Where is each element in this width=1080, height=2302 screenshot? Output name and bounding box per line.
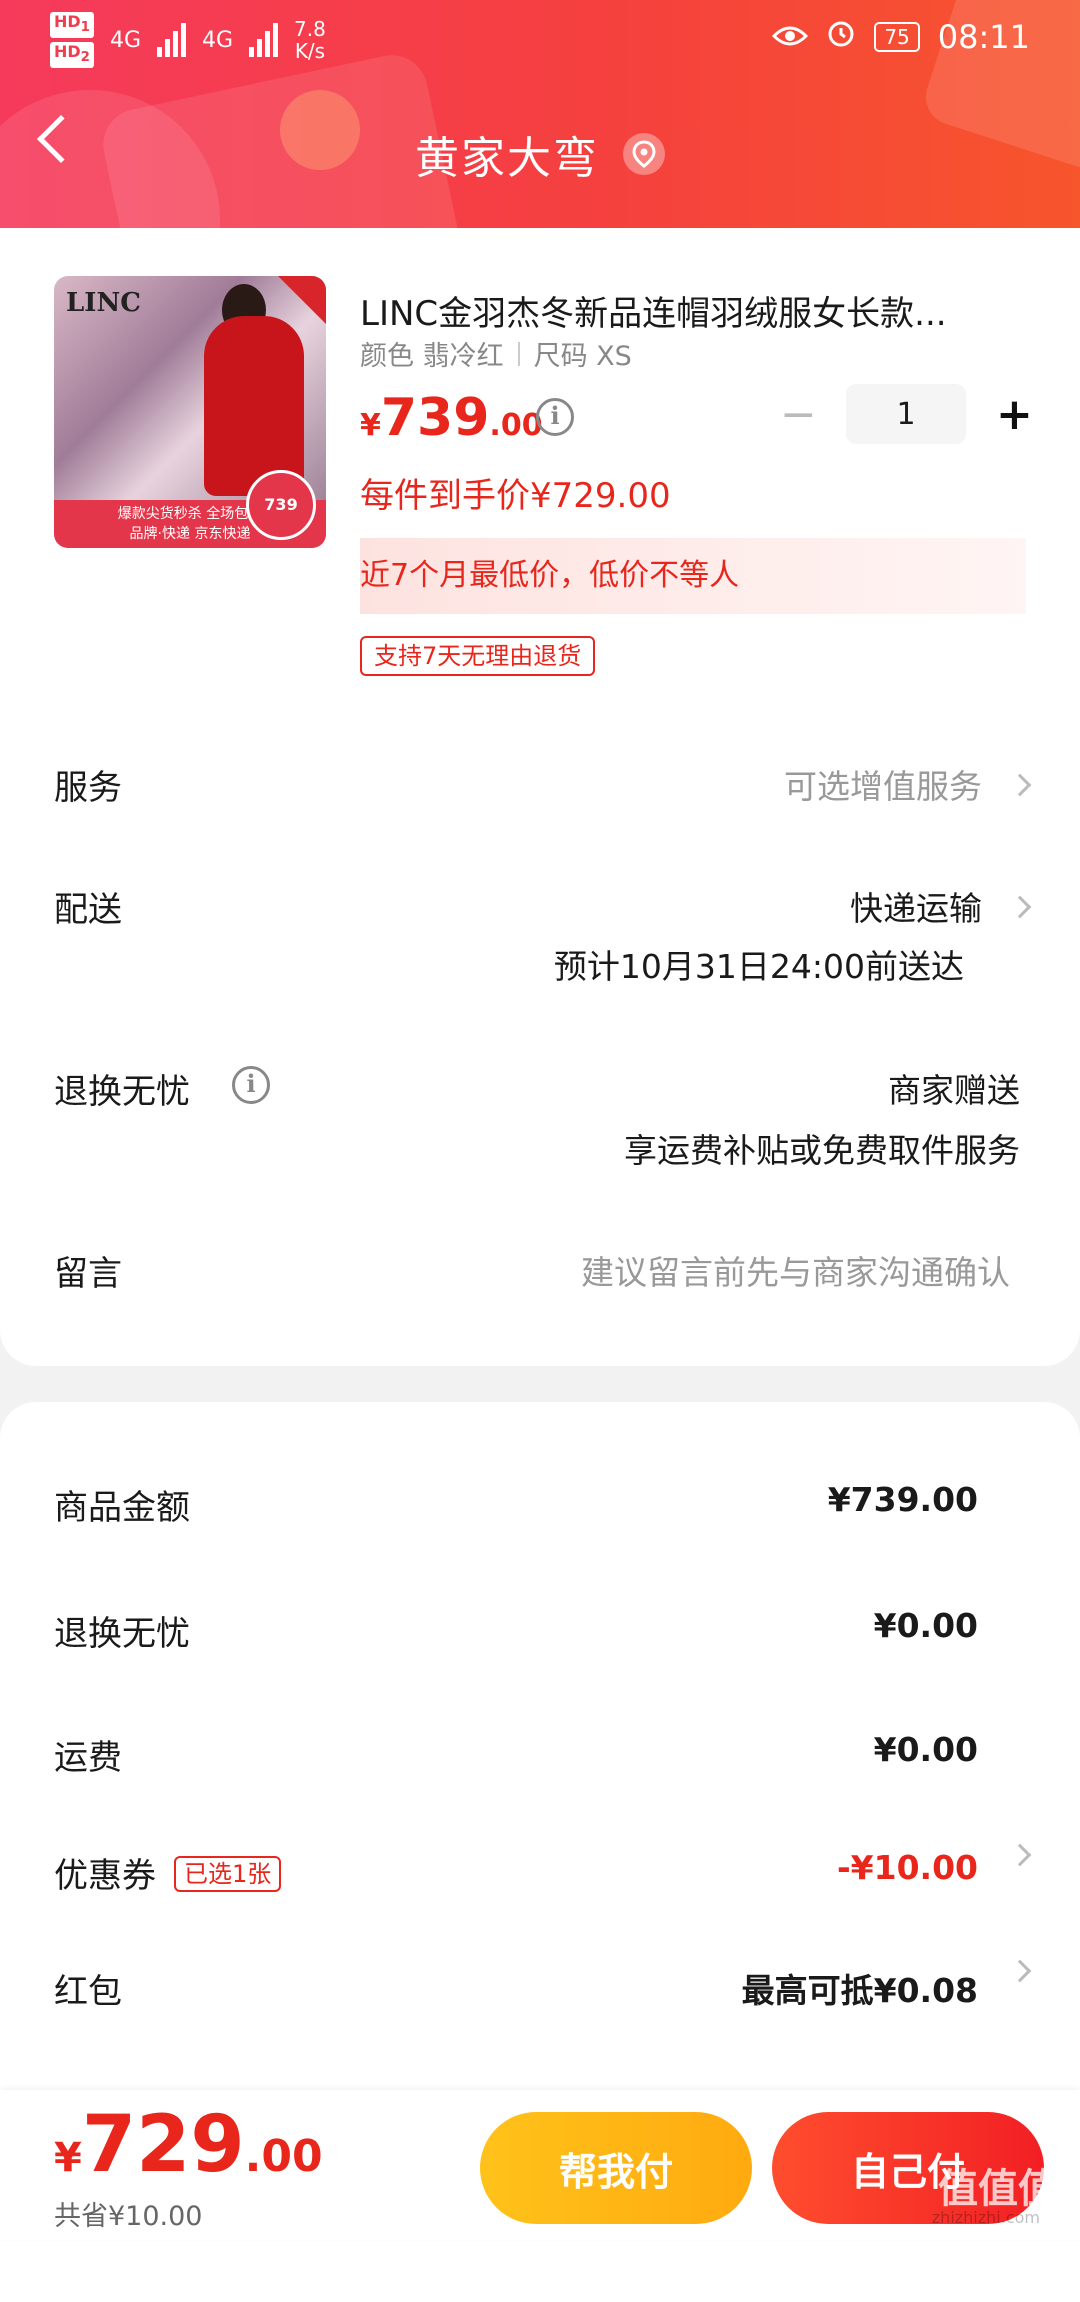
header-bar: HD1 HD2 4G 4G 7.8 K/s 75 08:11 黄家大弯 xyxy=(0,0,1080,228)
info-icon[interactable]: i xyxy=(536,398,574,436)
chevron-right-icon xyxy=(1008,1843,1032,1867)
chevron-right-icon xyxy=(1008,773,1032,796)
page-title[interactable]: 黄家大弯 xyxy=(415,122,599,186)
delivery-label: 配送 xyxy=(54,890,122,930)
return-detail: 享运费补贴或免费取件服务 xyxy=(624,1131,1020,1170)
location-pin-icon[interactable] xyxy=(623,133,665,175)
signal-icon xyxy=(249,23,279,58)
status-bar: HD1 HD2 4G 4G 7.8 K/s 75 08:11 xyxy=(0,0,1080,80)
service-label: 服务 xyxy=(54,768,122,808)
watermark-url: zhizhizhi.com xyxy=(931,2208,1040,2227)
saved-amount: 共省¥10.00 xyxy=(54,2201,203,2232)
decrease-button[interactable]: − xyxy=(780,389,817,440)
shipping-value: ¥0.00 xyxy=(873,1730,978,1769)
product-spec: 颜色 翡冷红 尺码 XS xyxy=(360,341,632,372)
delivery-eta: 预计10月31日24:00前送达 xyxy=(553,947,964,986)
message-input[interactable]: 建议留言前先与商家沟通确认 xyxy=(581,1246,1010,1294)
network-speed: 7.8 K/s xyxy=(294,17,326,64)
alarm-icon xyxy=(826,18,856,56)
goods-amount-label: 商品金额 xyxy=(54,1488,190,1528)
message-label: 留言 xyxy=(54,1254,122,1294)
help-pay-button[interactable]: 帮我付 xyxy=(480,2112,752,2224)
total-price: ¥ 729 .00 xyxy=(54,2100,323,2190)
promo-corner-badge xyxy=(278,276,326,324)
chevron-right-icon xyxy=(1008,1959,1032,1983)
coupon-selected-badge: 已选1张 xyxy=(174,1855,282,1892)
coupon-row[interactable]: 优惠券 已选1张 xyxy=(54,1848,282,1897)
promo-price-circle: 739 xyxy=(246,470,316,540)
chevron-right-icon xyxy=(1008,895,1032,918)
product-thumbnail[interactable]: LINC 爆款尖货秒杀 全场包邮 品牌·快递 京东快递 739 xyxy=(54,276,326,548)
hd-indicator: HD1 HD2 xyxy=(50,12,94,69)
shipping-label: 运费 xyxy=(54,1738,122,1778)
increase-button[interactable]: + xyxy=(996,389,1033,440)
delivery-row[interactable]: 快递运输 xyxy=(850,882,1032,930)
product-price: ¥ 739 .00 xyxy=(360,388,543,448)
return-service-value: ¥0.00 xyxy=(873,1606,978,1645)
watermark: 值值值 xyxy=(938,2166,1058,2212)
lowest-price-banner: 近7个月最低价，低价不等人 xyxy=(360,538,1026,614)
brand-logo: LINC xyxy=(66,288,141,318)
return-service-label: 退换无忧 xyxy=(54,1614,190,1654)
goods-amount-value: ¥739.00 xyxy=(827,1480,978,1519)
network-type-label: 4G xyxy=(109,27,141,53)
eye-icon xyxy=(772,18,809,56)
return-value: 商家赠送 xyxy=(888,1071,1020,1110)
per-piece-price: 每件到手价¥729.00 xyxy=(360,476,671,516)
redpacket-label: 红包 xyxy=(54,1972,122,2012)
order-product-card: LINC 爆款尖货秒杀 全场包邮 品牌·快递 京东快递 739 LINC金羽杰冬… xyxy=(0,228,1080,1366)
network-type-label: 4G xyxy=(202,27,234,53)
clock: 08:11 xyxy=(937,18,1030,56)
coupon-value[interactable]: -¥10.00 xyxy=(837,1848,978,1887)
product-title[interactable]: LINC金羽杰冬新品连帽羽绒服女长款... xyxy=(360,286,1030,335)
signal-icon xyxy=(157,23,186,58)
return-policy-tag: 支持7天无理由退货 xyxy=(360,636,596,676)
info-icon[interactable]: i xyxy=(232,1066,270,1104)
quantity-input[interactable]: 1 xyxy=(846,384,966,444)
redpacket-value[interactable]: 最高可抵¥0.08 xyxy=(742,1964,978,2012)
service-row[interactable]: 可选增值服务 xyxy=(784,760,1032,808)
checkout-bar: ¥ 729 .00 共省¥10.00 帮我付 自己付 值值值 zhizhizhi… xyxy=(0,2090,1080,2240)
quantity-stepper: − 1 + xyxy=(780,384,1033,444)
return-label: 退换无忧 xyxy=(54,1072,190,1112)
battery-icon: 75 xyxy=(874,22,920,52)
